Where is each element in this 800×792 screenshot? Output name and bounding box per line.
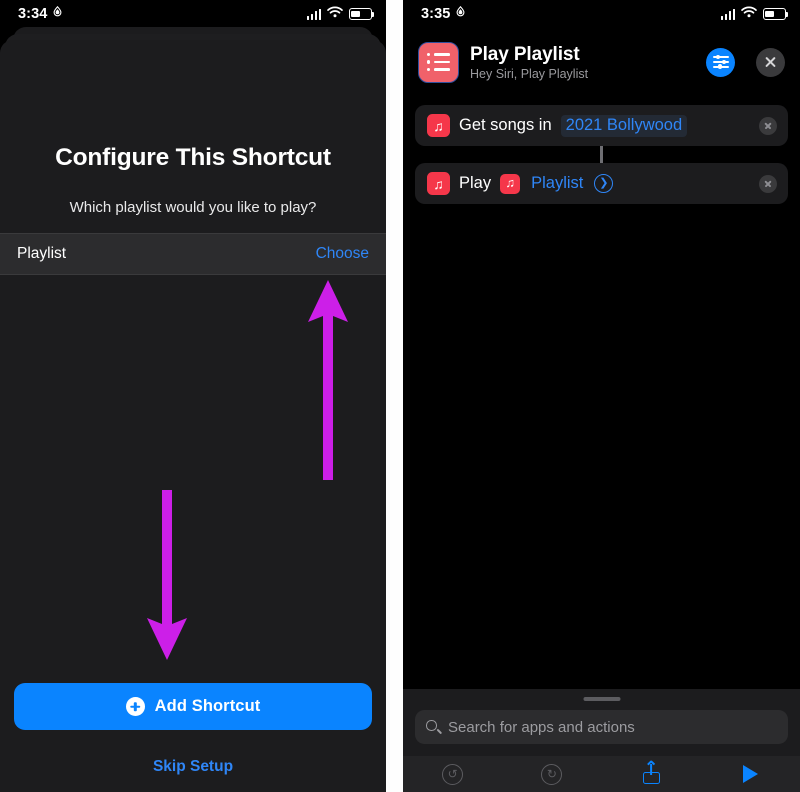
shortcut-title: Play Playlist bbox=[470, 43, 580, 65]
action-label: Play bbox=[459, 174, 492, 192]
action-label: Get songs in bbox=[459, 116, 552, 134]
music-note-icon: ♫ bbox=[500, 173, 521, 194]
screenshot-root: 3:34 Configure This Shortcut Which playl… bbox=[0, 0, 800, 792]
run-button[interactable] bbox=[701, 765, 800, 783]
play-icon bbox=[742, 765, 758, 783]
action-parameter-playlist-name[interactable]: 2021 Bollywood bbox=[560, 114, 688, 137]
location-arrow-icon bbox=[455, 5, 466, 22]
left-phone-panel: 3:34 Configure This Shortcut Which playl… bbox=[0, 0, 386, 792]
search-panel: Search for apps and actions bbox=[403, 689, 800, 756]
plus-circle-icon bbox=[125, 697, 145, 716]
parameter-row-playlist[interactable]: Playlist Choose bbox=[0, 233, 386, 275]
status-time: 3:34 bbox=[18, 6, 48, 22]
add-shortcut-button[interactable]: Add Shortcut bbox=[14, 683, 372, 730]
page-title: Configure This Shortcut bbox=[55, 144, 331, 171]
panel-divider bbox=[386, 0, 403, 792]
shortcut-title-group: Play Playlist Hey Siri, Play Playlist bbox=[470, 44, 695, 81]
choose-button[interactable]: Choose bbox=[316, 245, 369, 263]
actions-list: ♫ Get songs in 2021 Bollywood ♫ Play ♫ P… bbox=[415, 105, 788, 204]
right-status-bar: 3:35 bbox=[403, 0, 800, 28]
action-connector bbox=[415, 146, 788, 163]
status-indicators bbox=[306, 5, 375, 23]
music-note-icon: ♫ bbox=[427, 172, 450, 195]
share-icon bbox=[642, 764, 660, 784]
action-row-play[interactable]: ♫ Play ♫ Playlist ❯ bbox=[415, 163, 788, 204]
location-arrow-icon bbox=[52, 5, 63, 22]
redo-button[interactable]: ↻ bbox=[502, 763, 601, 785]
undo-icon: ↺ bbox=[442, 763, 464, 785]
wifi-icon bbox=[327, 5, 343, 23]
close-button[interactable] bbox=[756, 47, 785, 77]
cellular-signal-icon bbox=[720, 8, 735, 20]
status-time-group: 3:35 bbox=[421, 5, 466, 22]
magenta-down-arrow bbox=[142, 490, 192, 660]
close-icon bbox=[764, 56, 777, 69]
chevron-right-icon[interactable]: ❯ bbox=[594, 174, 614, 193]
music-note-icon: ♫ bbox=[427, 114, 450, 137]
wifi-icon bbox=[741, 5, 757, 23]
bottom-toolbar: ↺ ↻ bbox=[403, 756, 800, 792]
share-button[interactable] bbox=[602, 764, 701, 784]
left-status-bar: 3:34 bbox=[0, 0, 386, 28]
page-subtitle: Which playlist would you like to play? bbox=[69, 199, 317, 216]
battery-icon bbox=[763, 8, 789, 20]
parameter-label: Playlist bbox=[17, 245, 67, 262]
shortcut-settings-button[interactable] bbox=[706, 47, 735, 77]
undo-button[interactable]: ↺ bbox=[403, 763, 502, 785]
shortcut-subtitle: Hey Siri, Play Playlist bbox=[470, 66, 589, 81]
add-shortcut-label: Add Shortcut bbox=[154, 697, 261, 715]
search-placeholder: Search for apps and actions bbox=[448, 718, 635, 736]
status-time: 3:35 bbox=[421, 6, 451, 22]
delete-action-button[interactable] bbox=[759, 174, 777, 193]
playlist-list-icon bbox=[418, 41, 459, 83]
status-indicators bbox=[720, 5, 789, 23]
action-parameter-playlist-variable[interactable]: Playlist bbox=[529, 173, 585, 195]
shortcut-header: Play Playlist Hey Siri, Play Playlist bbox=[403, 30, 800, 94]
search-icon bbox=[426, 720, 442, 734]
battery-icon bbox=[349, 8, 375, 20]
right-phone-panel: 3:35 Play Playlist Hey Siri, Play Playli… bbox=[403, 0, 800, 792]
action-row-get-songs[interactable]: ♫ Get songs in 2021 Bollywood bbox=[415, 105, 788, 146]
status-time-group: 3:34 bbox=[18, 5, 63, 22]
skip-setup-button[interactable]: Skip Setup bbox=[0, 758, 386, 776]
sheet-grabber-handle[interactable] bbox=[583, 697, 620, 702]
search-input[interactable]: Search for apps and actions bbox=[415, 710, 788, 744]
cellular-signal-icon bbox=[306, 8, 321, 20]
magenta-up-arrow bbox=[303, 280, 353, 480]
sliders-icon bbox=[712, 55, 729, 69]
delete-action-button[interactable] bbox=[759, 116, 777, 135]
redo-icon: ↻ bbox=[541, 763, 563, 785]
